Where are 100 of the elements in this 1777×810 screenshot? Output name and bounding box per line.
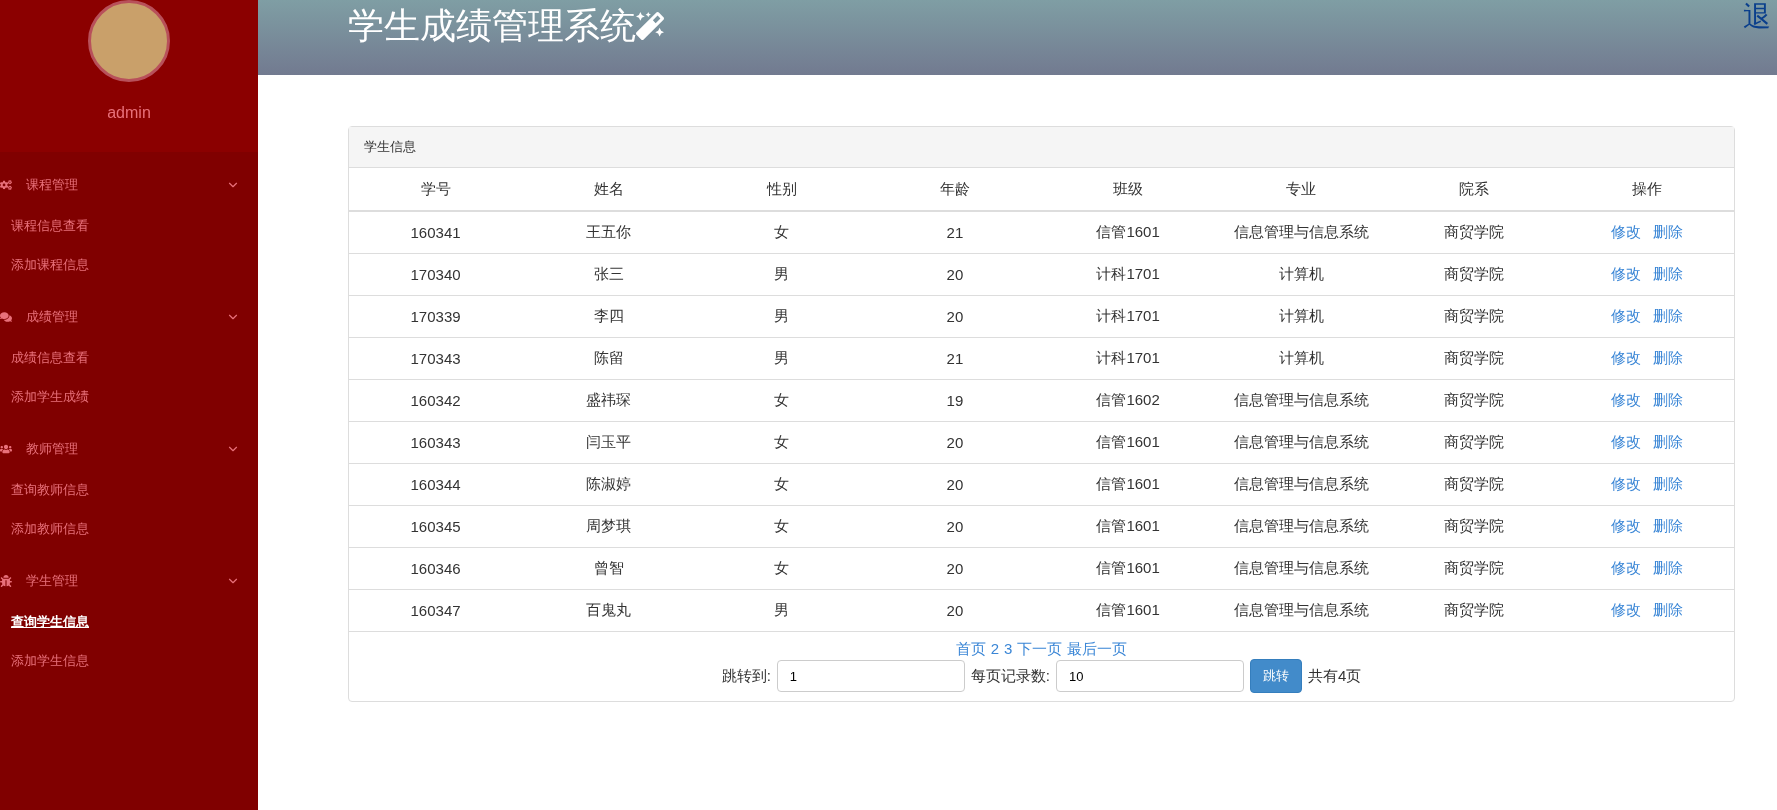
edit-link[interactable]: 修改 (1611, 559, 1642, 576)
edit-link[interactable]: 修改 (1611, 307, 1642, 324)
table-cell: 信息管理与信息系统 (1214, 211, 1388, 254)
table-cell: 女 (695, 421, 869, 464)
page-link[interactable]: 3 (1004, 640, 1013, 659)
column-header: 院系 (1387, 168, 1561, 211)
table-cell: 20 (868, 295, 1042, 338)
panel-title: 学生信息 (349, 127, 1734, 168)
table-cell: 信管1601 (1041, 547, 1215, 590)
table-cell: 信息管理与信息系统 (1214, 505, 1388, 548)
table-cell: 男 (695, 253, 869, 296)
jump-label: 跳转到: (721, 666, 771, 686)
table-cell: 计算机 (1214, 337, 1388, 380)
table-cell: 盛祎琛 (522, 379, 696, 422)
table-cell: 男 (695, 337, 869, 380)
delete-link[interactable]: 删除 (1653, 349, 1684, 366)
table-cell: 160345 (349, 505, 523, 548)
menu-item[interactable]: 查询学生信息 (0, 602, 89, 641)
username: admin (107, 104, 151, 122)
column-header: 操作 (1560, 168, 1734, 211)
edit-link[interactable]: 修改 (1611, 349, 1642, 366)
column-header: 班级 (1041, 168, 1215, 211)
table-cell: 21 (868, 337, 1042, 380)
column-header: 学号 (349, 168, 523, 211)
table-cell: 计科1701 (1041, 253, 1215, 296)
menu-item[interactable]: 查询教师信息 (0, 470, 89, 509)
speech-bubbles-icon (0, 311, 14, 323)
delete-link[interactable]: 删除 (1653, 265, 1684, 282)
page-input[interactable]: 1 (776, 660, 965, 692)
table-cell: 女 (695, 463, 869, 506)
table-cell: 商贸学院 (1387, 421, 1561, 464)
menu-group[interactable]: 课程管理 (0, 164, 258, 206)
table-cell: 20 (868, 505, 1042, 548)
table-cell: 信息管理与信息系统 (1214, 379, 1388, 422)
delete-link[interactable]: 删除 (1653, 559, 1684, 576)
menu-item[interactable]: 添加课程信息 (0, 245, 89, 284)
page-size-input[interactable]: 10 (1056, 660, 1244, 692)
edit-link[interactable]: 修改 (1611, 391, 1642, 408)
menu-item[interactable]: 添加学生信息 (0, 641, 89, 680)
jump-button[interactable]: 跳转 (1250, 659, 1302, 693)
app-title: 学生成绩管理系统 (348, 4, 636, 48)
page-size-label: 每页记录数: (970, 666, 1050, 686)
table-cell: 信息管理与信息系统 (1214, 421, 1388, 464)
page-link[interactable]: 首页 (955, 640, 986, 659)
edit-link[interactable]: 修改 (1611, 223, 1642, 240)
menu-group[interactable]: 教师管理 (0, 428, 258, 470)
edit-link[interactable]: 修改 (1611, 265, 1642, 282)
table-cell: 170339 (349, 295, 523, 338)
edit-link[interactable]: 修改 (1611, 517, 1642, 534)
table-cell: 商贸学院 (1387, 463, 1561, 506)
table-cell: 信息管理与信息系统 (1214, 547, 1388, 590)
menu-group[interactable]: 学生管理 (0, 560, 258, 602)
bug-icon (0, 575, 14, 587)
table-cell: 信管1602 (1041, 379, 1215, 422)
column-header: 专业 (1214, 168, 1388, 211)
page-link[interactable]: 最后一页 (1067, 640, 1128, 659)
table-cell: 计算机 (1214, 295, 1388, 338)
menu-group[interactable]: 成绩管理 (0, 296, 258, 338)
table-cell: 信息管理与信息系统 (1214, 463, 1388, 506)
page-link[interactable]: 下一页 (1017, 640, 1063, 659)
edit-link[interactable]: 修改 (1611, 475, 1642, 492)
delete-link[interactable]: 删除 (1653, 475, 1684, 492)
delete-link[interactable]: 删除 (1653, 223, 1684, 240)
logout-link[interactable]: 退 (1743, 0, 1771, 34)
menu-group-title: 成绩管理 (26, 308, 78, 326)
table-cell: 商贸学院 (1387, 295, 1561, 338)
delete-link[interactable]: 删除 (1653, 601, 1684, 618)
menu-item[interactable]: 课程信息查看 (0, 206, 89, 245)
edit-link[interactable]: 修改 (1611, 601, 1642, 618)
edit-link[interactable]: 修改 (1611, 433, 1642, 450)
table-cell: 160343 (349, 421, 523, 464)
table-cell: 160342 (349, 379, 523, 422)
table-cell: 百鬼丸 (522, 589, 696, 631)
table-cell: 20 (868, 421, 1042, 464)
table-cell: 信管1601 (1041, 589, 1215, 631)
table-cell: 19 (868, 379, 1042, 422)
table-cell: 160341 (349, 211, 523, 254)
menu-item[interactable]: 成绩信息查看 (0, 338, 89, 377)
column-header: 性别 (695, 168, 869, 211)
delete-link[interactable]: 删除 (1653, 391, 1684, 408)
table-cell: 160347 (349, 589, 523, 631)
table-cell: 商贸学院 (1387, 337, 1561, 380)
table-cell: 信管1601 (1041, 505, 1215, 548)
menu-group-title: 课程管理 (26, 176, 78, 194)
table-cell: 商贸学院 (1387, 379, 1561, 422)
table-cell: 张三 (522, 253, 696, 296)
table-cell: 周梦琪 (522, 505, 696, 548)
total-pages: 共有4页 (1308, 666, 1362, 686)
table-cell: 21 (868, 211, 1042, 254)
table-cell: 信管1601 (1041, 421, 1215, 464)
menu-item[interactable]: 添加教师信息 (0, 509, 89, 548)
table-cell: 商贸学院 (1387, 547, 1561, 590)
page-link[interactable]: 2 (990, 640, 999, 659)
table-cell: 女 (695, 211, 869, 254)
delete-link[interactable]: 删除 (1653, 517, 1684, 534)
people-icon (0, 443, 14, 455)
delete-link[interactable]: 删除 (1653, 433, 1684, 450)
table-cell: 计科1701 (1041, 295, 1215, 338)
menu-item[interactable]: 添加学生成绩 (0, 377, 89, 416)
delete-link[interactable]: 删除 (1653, 307, 1684, 324)
